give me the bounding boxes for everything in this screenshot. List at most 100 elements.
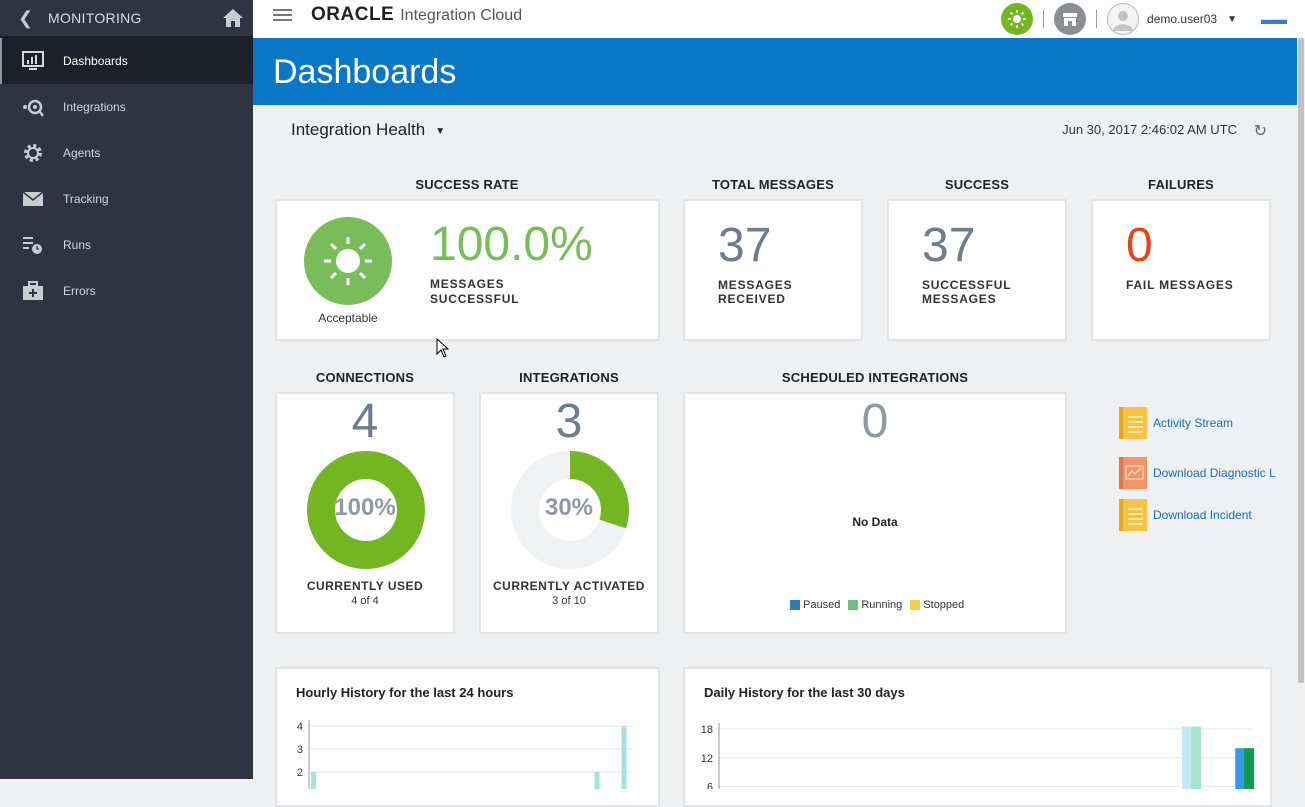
integrations-sub: 3 of 10 xyxy=(552,595,586,607)
connections-title: CONNECTIONS xyxy=(315,370,415,385)
page-title: Dashboards xyxy=(273,53,457,91)
history-bar[interactable] xyxy=(1190,726,1201,789)
sidebar-item-label: Dashboards xyxy=(63,54,128,68)
success-card[interactable]: 37 SUCCESSFUL MESSAGES xyxy=(887,199,1067,341)
envelope-icon xyxy=(22,188,44,210)
failures-title: FAILURES xyxy=(1148,177,1214,192)
connections-sub: 4 of 4 xyxy=(351,595,379,607)
daily-history-card: Daily History for the last 30 days 18 12 6 xyxy=(683,667,1272,807)
total-messages-title: TOTAL MESSAGES xyxy=(712,177,834,192)
history-bar[interactable] xyxy=(1235,748,1246,789)
y-tick-label: 4 xyxy=(297,721,303,733)
success-rate-card[interactable]: Acceptable 100.0% MESSAGES SUCCESSFUL xyxy=(275,199,660,341)
sidebar-item-agents[interactable]: Agents xyxy=(0,130,253,176)
sidebar: ❮ MONITORING Dashboards Integrations Age… xyxy=(0,0,253,779)
daily-chart-title: Daily History for the last 30 days xyxy=(704,685,905,700)
sidebar-item-label: Agents xyxy=(63,146,101,160)
link-label[interactable]: Download Diagnostic L xyxy=(1153,466,1276,480)
acceptable-sun-icon xyxy=(304,217,392,305)
history-bar[interactable] xyxy=(621,726,627,789)
sidebar-item-integrations[interactable]: Integrations xyxy=(0,84,253,130)
legend-running: Running xyxy=(848,599,902,611)
timestamp: Jun 30, 2017 2:46:02 AM UTC xyxy=(1062,122,1237,137)
brand: ORACLE Integration Cloud xyxy=(311,4,522,26)
y-tick-label: 3 xyxy=(297,744,303,756)
success-title: SUCCESS xyxy=(944,177,1010,192)
scheduled-value: 0 xyxy=(861,395,889,448)
total-messages-label-1: MESSAGES xyxy=(718,278,793,292)
history-bar[interactable] xyxy=(594,772,600,789)
top-bar: ORACLE Integration Cloud demo.user03 ▼ ▬… xyxy=(253,0,1305,38)
document-icon xyxy=(1119,407,1147,439)
failures-value: 0 xyxy=(1126,219,1153,272)
y-tick-label: 2 xyxy=(297,767,303,779)
dashboard-monitor-icon xyxy=(22,50,44,72)
success-rate-title: SUCCESS RATE xyxy=(415,177,519,192)
download-diagnostic-link[interactable]: Download Diagnostic L xyxy=(1119,457,1276,489)
connections-card[interactable]: 4 100% CURRENTLY USED 4 of 4 xyxy=(275,392,455,634)
sidebar-item-label: Errors xyxy=(63,284,96,298)
chevron-down-icon[interactable]: ▼ xyxy=(1227,14,1237,25)
history-bar[interactable] xyxy=(1244,748,1255,789)
activity-stream-link[interactable]: Activity Stream xyxy=(1119,407,1233,439)
legend-label: Stopped xyxy=(923,599,965,611)
no-data-label: No Data xyxy=(852,515,898,529)
more-options-icon[interactable]: ▬▬ xyxy=(1261,11,1287,27)
failures-label: FAIL MESSAGES xyxy=(1126,278,1234,292)
success-rate-label-2: SUCCESSFUL xyxy=(430,292,520,306)
legend-paused: Paused xyxy=(790,599,840,611)
sidebar-item-tracking[interactable]: Tracking xyxy=(0,176,253,222)
sidebar-item-label: Integrations xyxy=(63,100,126,114)
hamburger-menu-icon[interactable] xyxy=(273,6,292,24)
username[interactable]: demo.user03 xyxy=(1147,12,1217,26)
gear-icon xyxy=(22,142,44,164)
diagnostic-chart-icon xyxy=(1119,457,1147,489)
page-banner: Dashboards xyxy=(253,38,1297,105)
integrations-percent: 30% xyxy=(544,494,594,521)
scheduled-integrations-title: SCHEDULED INTEGRATIONS xyxy=(781,370,969,385)
failures-card[interactable]: 0 FAIL MESSAGES xyxy=(1091,199,1271,341)
caret-down-icon[interactable]: ▼ xyxy=(435,126,445,137)
success-rate-value: 100.0% xyxy=(430,218,593,271)
refresh-icon[interactable]: ↻ xyxy=(1254,121,1267,141)
sidebar-item-errors[interactable]: Errors xyxy=(0,268,253,314)
dashboard-selector[interactable]: Integration Health ▼ xyxy=(291,120,445,140)
history-bar[interactable] xyxy=(311,772,316,789)
legend-label: Running xyxy=(861,599,903,611)
total-messages-card[interactable]: 37 MESSAGES RECEIVED xyxy=(683,199,863,341)
divider xyxy=(1096,10,1098,28)
download-incident-link[interactable]: Download Incident xyxy=(1119,499,1252,531)
avatar[interactable] xyxy=(1107,3,1140,35)
hourly-chart-title: Hourly History for the last 24 hours xyxy=(296,685,514,700)
mouse-cursor-icon xyxy=(436,338,450,358)
history-bar[interactable] xyxy=(1182,726,1193,789)
hourly-history-card: Hourly History for the last 24 hours 4 3 2 xyxy=(275,667,660,807)
sidebar-item-label: Tracking xyxy=(63,192,109,206)
home-icon[interactable] xyxy=(213,8,253,28)
link-label[interactable]: Activity Stream xyxy=(1153,416,1233,430)
store-icon[interactable] xyxy=(1054,3,1087,35)
sidebar-item-dashboards[interactable]: Dashboards xyxy=(0,38,253,84)
sidebar-title: MONITORING xyxy=(48,10,142,26)
daily-history-chart: 18 12 6 xyxy=(701,723,1255,789)
sidebar-header: ❮ MONITORING xyxy=(0,0,253,38)
hourly-history-chart: 4 3 2 xyxy=(297,720,633,789)
legend-label: Paused xyxy=(803,599,841,611)
total-messages-value: 37 xyxy=(718,219,772,272)
connections-value: 4 xyxy=(351,395,379,448)
sidebar-item-runs[interactable]: Runs xyxy=(0,222,253,268)
connections-percent: 100% xyxy=(334,494,396,521)
link-label[interactable]: Download Incident xyxy=(1153,508,1252,522)
total-messages-label-2: RECEIVED xyxy=(718,292,786,306)
scheduled-integrations-card[interactable]: 0 No Data Paused Running Stopped xyxy=(683,392,1067,634)
back-arrow-icon[interactable]: ❮ xyxy=(18,8,48,29)
runs-clock-icon xyxy=(22,234,44,256)
integrations-card[interactable]: 3 30% CURRENTLY ACTIVATED 3 of 10 xyxy=(479,392,659,634)
scrollbar-thumb[interactable] xyxy=(1298,38,1304,683)
document-icon xyxy=(1119,499,1147,531)
y-tick-label: 6 xyxy=(707,782,713,789)
health-sun-icon[interactable] xyxy=(1001,3,1034,35)
scrollbar[interactable] xyxy=(1297,38,1305,779)
scheduled-legend: Paused Running Stopped xyxy=(790,599,964,611)
success-value: 37 xyxy=(922,219,976,272)
